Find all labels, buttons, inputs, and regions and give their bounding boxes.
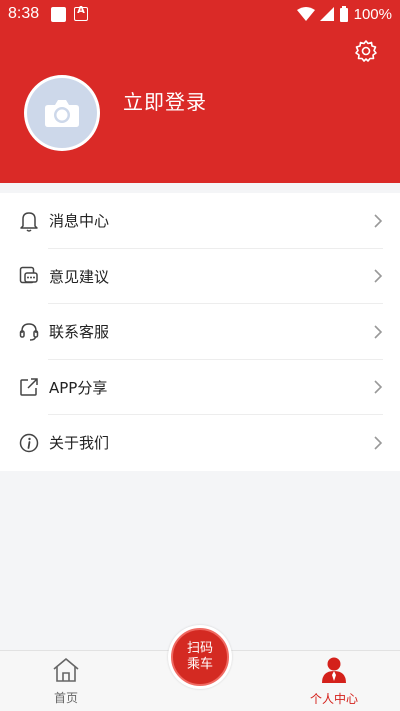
chevron-right-icon — [374, 269, 383, 283]
menu-item-label: 联系客服 — [49, 323, 110, 342]
share-icon — [18, 376, 40, 398]
scan-ride-button[interactable]: 扫码 乘车 — [168, 625, 232, 689]
camera-icon — [45, 100, 79, 127]
status-bar: 8:38 100% — [0, 0, 400, 28]
scan-ride-line1: 扫码 — [186, 641, 213, 656]
notification-icon — [51, 6, 67, 22]
wifi-icon — [296, 7, 315, 21]
feedback-icon — [18, 265, 40, 287]
tab-home-label: 首页 — [53, 691, 78, 705]
menu-item-label: 意见建议 — [49, 267, 110, 286]
home-icon — [53, 658, 79, 682]
person-icon — [322, 657, 346, 683]
signal-icon — [319, 7, 334, 21]
menu-list: 消息中心 意见建议 联系客服 APP分享 关于我们 — [0, 193, 400, 471]
menu-item-label: APP分享 — [49, 378, 108, 397]
settings-gear-icon[interactable] — [354, 39, 378, 63]
tab-home[interactable]: 首页 — [40, 657, 92, 706]
menu-item-customer-service[interactable]: 联系客服 — [0, 304, 400, 360]
login-link[interactable]: 立即登录 — [123, 86, 207, 115]
tab-profile[interactable]: 个人中心 — [302, 656, 366, 707]
menu-item-about[interactable]: 关于我们 — [0, 415, 400, 471]
menu-item-label: 关于我们 — [49, 434, 110, 453]
menu-item-label: 消息中心 — [49, 212, 110, 231]
chevron-right-icon — [374, 325, 383, 339]
menu-item-share[interactable]: APP分享 — [0, 360, 400, 415]
menu-item-feedback[interactable]: 意见建议 — [0, 249, 400, 304]
bell-icon — [18, 210, 40, 232]
battery-level: 100% — [353, 5, 392, 23]
battery-icon — [339, 6, 348, 22]
scan-ride-inner: 扫码 乘车 — [171, 628, 229, 686]
info-icon — [18, 432, 40, 454]
headset-icon — [18, 321, 40, 343]
avatar-placeholder — [27, 78, 97, 148]
avatar[interactable] — [24, 75, 100, 151]
status-time: 8:38 — [8, 5, 40, 22]
scan-ride-line2: 乘车 — [186, 657, 213, 672]
chevron-right-icon — [374, 436, 383, 450]
app-notification-icon — [74, 5, 89, 21]
chevron-right-icon — [374, 214, 383, 228]
menu-item-messages[interactable]: 消息中心 — [0, 193, 400, 249]
tab-profile-label: 个人中心 — [309, 692, 358, 706]
profile-header: 8:38 100% 立即登录 — [0, 0, 400, 183]
chevron-right-icon — [374, 380, 383, 394]
